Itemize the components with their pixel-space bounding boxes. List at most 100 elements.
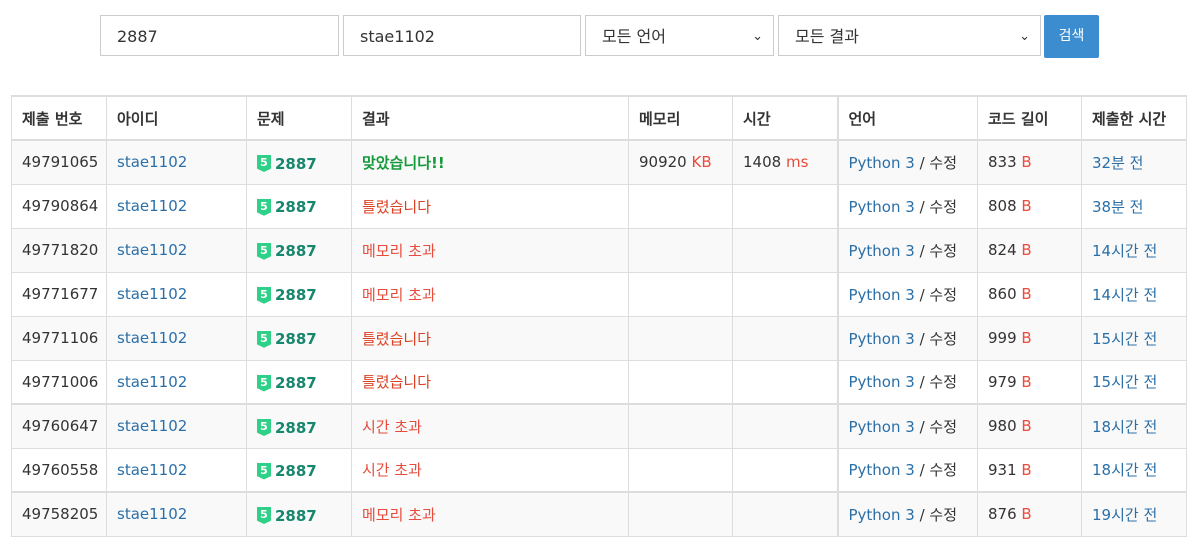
tier-badge-icon: 5 bbox=[257, 374, 271, 392]
result-text: 맞았습니다!! bbox=[362, 153, 445, 172]
problem-number: 2887 bbox=[275, 154, 317, 173]
language-link[interactable]: Python 3 bbox=[849, 154, 915, 172]
table-row: 49771106 stae1102 5 2887 틀렸습니다 Python 3 / 수정… bbox=[11, 315, 1187, 361]
user-link[interactable]: stae1102 bbox=[117, 285, 187, 303]
result-select[interactable]: 모든 결과 ⌄ bbox=[778, 15, 1041, 56]
user-link[interactable]: stae1102 bbox=[117, 505, 187, 523]
submission-id: 49790864 bbox=[11, 183, 107, 229]
memory-cell: 90920 KB bbox=[628, 139, 733, 185]
chevron-down-icon: ⌄ bbox=[1019, 29, 1030, 44]
code-length-cell: 931 B bbox=[977, 447, 1082, 493]
language-select[interactable]: 모든 언어 ⌄ bbox=[585, 15, 774, 56]
code-length-cell: 979 B bbox=[977, 359, 1082, 405]
user-link[interactable]: stae1102 bbox=[117, 461, 187, 479]
result-text: 메모리 초과 bbox=[362, 505, 436, 524]
search-button[interactable]: 검색 bbox=[1044, 15, 1099, 58]
problem-link[interactable]: 5 2887 bbox=[257, 242, 317, 260]
problem-number: 2887 bbox=[275, 374, 317, 392]
edit-link[interactable]: 수정 bbox=[929, 418, 957, 436]
submission-id: 49760647 bbox=[11, 403, 107, 449]
code-length-value: 980 bbox=[988, 417, 1017, 436]
language-cell: Python 3 / 수정 bbox=[837, 403, 978, 449]
submitted-time-link[interactable]: 38분 전 bbox=[1092, 198, 1143, 216]
code-length-value: 876 bbox=[988, 505, 1017, 524]
problem-link[interactable]: 5 2887 bbox=[257, 462, 317, 480]
code-length-unit: B bbox=[1021, 372, 1032, 391]
tier-badge-icon: 5 bbox=[257, 507, 271, 524]
submitted-time-link[interactable]: 32분 전 bbox=[1092, 154, 1143, 172]
language-link[interactable]: Python 3 bbox=[849, 286, 915, 304]
header-cell: 문제 bbox=[246, 95, 352, 141]
code-length-cell: 808 B bbox=[977, 183, 1082, 229]
submitted-time-link[interactable]: 14시간 전 bbox=[1092, 286, 1157, 304]
problem-number: 2887 bbox=[275, 242, 317, 261]
table-row: 49771820 stae1102 5 2887 메모리 초과 Python 3 / 수… bbox=[11, 227, 1187, 273]
user-link[interactable]: stae1102 bbox=[117, 417, 187, 435]
edit-link[interactable]: 수정 bbox=[929, 461, 957, 479]
submitted-time-link[interactable]: 18시간 전 bbox=[1092, 418, 1157, 436]
user-id-input[interactable]: stae1102 bbox=[343, 15, 581, 56]
submitted-time-link[interactable]: 19시간 전 bbox=[1092, 506, 1157, 524]
tier-badge-icon: 5 bbox=[257, 419, 271, 436]
code-length-value: 833 bbox=[988, 153, 1017, 172]
language-cell: Python 3 / 수정 bbox=[837, 359, 978, 405]
problem-link[interactable]: 5 2887 bbox=[257, 374, 317, 392]
problem-link[interactable]: 5 2887 bbox=[257, 330, 317, 348]
language-cell: Python 3 / 수정 bbox=[837, 491, 978, 537]
code-length-value: 860 bbox=[988, 285, 1017, 303]
language-link[interactable]: Python 3 bbox=[849, 373, 915, 391]
problem-link[interactable]: 5 2887 bbox=[257, 286, 317, 304]
user-link[interactable]: stae1102 bbox=[117, 153, 187, 171]
code-length-value: 808 bbox=[988, 197, 1017, 215]
edit-link[interactable]: 수정 bbox=[929, 198, 957, 216]
language-link[interactable]: Python 3 bbox=[849, 330, 915, 348]
code-length-cell: 876 B bbox=[977, 491, 1082, 537]
edit-link[interactable]: 수정 bbox=[929, 242, 957, 260]
tier-badge-icon: 5 bbox=[257, 286, 271, 304]
language-link[interactable]: Python 3 bbox=[849, 198, 915, 216]
submission-id: 49760558 bbox=[11, 447, 107, 493]
user-link[interactable]: stae1102 bbox=[117, 329, 187, 347]
header-cell: 제출 번호 bbox=[11, 95, 107, 141]
user-link[interactable]: stae1102 bbox=[117, 241, 187, 259]
header-cell: 결과 bbox=[351, 95, 629, 141]
problem-link[interactable]: 5 2887 bbox=[257, 155, 317, 173]
user-link[interactable]: stae1102 bbox=[117, 197, 187, 215]
memory-value: 90920 bbox=[639, 153, 687, 172]
language-link[interactable]: Python 3 bbox=[849, 461, 915, 479]
problem-link[interactable]: 5 2887 bbox=[257, 507, 317, 525]
time-cell bbox=[732, 271, 839, 317]
language-cell: Python 3 / 수정 bbox=[837, 271, 978, 317]
problem-link[interactable]: 5 2887 bbox=[257, 198, 317, 216]
submitted-time-link[interactable]: 18시간 전 bbox=[1092, 461, 1157, 479]
tier-badge-icon: 5 bbox=[257, 242, 271, 260]
code-length-unit: B bbox=[1021, 329, 1032, 347]
table-row: 49771677 stae1102 5 2887 메모리 초과 Python 3 / 수… bbox=[11, 271, 1187, 317]
problem-id-input[interactable]: 2887 bbox=[100, 15, 339, 56]
header-cell: 언어 bbox=[837, 95, 978, 141]
language-select-value: 모든 언어 bbox=[602, 27, 666, 46]
user-link[interactable]: stae1102 bbox=[117, 373, 187, 391]
language-link[interactable]: Python 3 bbox=[849, 506, 915, 524]
edit-link[interactable]: 수정 bbox=[929, 373, 957, 391]
problem-number: 2887 bbox=[275, 506, 317, 525]
table-row: 49771006 stae1102 5 2887 틀렸습니다 Python 3 / 수정… bbox=[11, 359, 1187, 405]
memory-cell bbox=[628, 491, 733, 537]
submitted-time-link[interactable]: 15시간 전 bbox=[1092, 330, 1157, 348]
code-length-value: 824 bbox=[988, 241, 1017, 259]
tier-badge-icon: 5 bbox=[257, 462, 271, 480]
code-length-cell: 980 B bbox=[977, 403, 1082, 449]
language-link[interactable]: Python 3 bbox=[849, 242, 915, 260]
result-text: 틀렸습니다 bbox=[362, 197, 432, 216]
edit-link[interactable]: 수정 bbox=[929, 506, 957, 524]
edit-link[interactable]: 수정 bbox=[929, 154, 957, 172]
problem-link[interactable]: 5 2887 bbox=[257, 419, 317, 437]
memory-cell bbox=[628, 447, 733, 493]
edit-link[interactable]: 수정 bbox=[929, 286, 957, 304]
submitted-time-link[interactable]: 15시간 전 bbox=[1092, 373, 1157, 391]
tier-badge-icon: 5 bbox=[257, 198, 271, 216]
edit-link[interactable]: 수정 bbox=[929, 330, 957, 348]
problem-number: 2887 bbox=[275, 418, 317, 437]
submitted-time-link[interactable]: 14시간 전 bbox=[1092, 242, 1157, 260]
language-link[interactable]: Python 3 bbox=[849, 418, 915, 436]
